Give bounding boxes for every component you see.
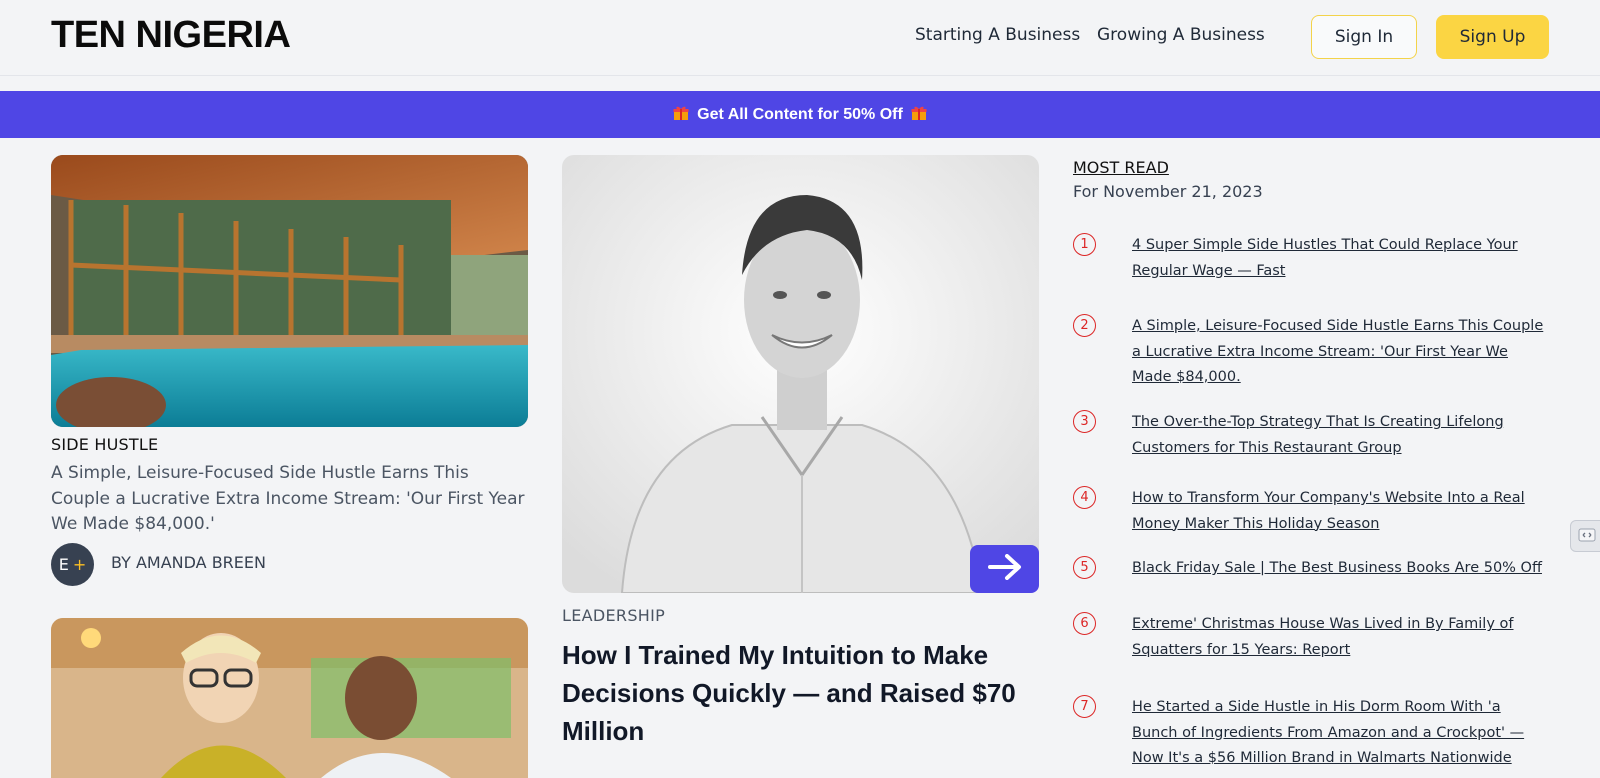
article-category[interactable]: SIDE HUSTLE xyxy=(51,435,158,454)
rank-badge: 2 xyxy=(1073,314,1096,337)
rank-badge: 6 xyxy=(1073,612,1096,635)
gift-icon xyxy=(911,105,927,125)
most-read-link[interactable]: A Simple, Leisure-Focused Side Hustle Ea… xyxy=(1132,314,1550,391)
avatar-initial: E xyxy=(58,555,69,574)
sign-in-button[interactable]: Sign In xyxy=(1311,15,1417,59)
feature-category[interactable]: LEADERSHIP xyxy=(562,606,665,625)
site-header: TEN NIGERIA Starting A Business Growing … xyxy=(0,0,1600,76)
most-read-link[interactable]: The Over-the-Top Strategy That Is Creati… xyxy=(1132,410,1550,461)
most-read-link[interactable]: He Started a Side Hustle in His Dorm Roo… xyxy=(1132,695,1550,772)
promo-banner-text: Get All Content for 50% Off xyxy=(697,105,903,123)
most-read-link[interactable]: Extreme' Christmas House Was Lived in By… xyxy=(1132,612,1550,663)
author-byline[interactable]: BY AMANDA BREEN xyxy=(111,553,266,572)
author-avatar[interactable]: E + xyxy=(51,543,94,586)
rank-badge: 1 xyxy=(1073,233,1096,256)
promo-banner[interactable]: Get All Content for 50% Off xyxy=(0,91,1600,138)
gift-icon xyxy=(673,105,689,125)
pool-room-image[interactable] xyxy=(51,155,528,427)
most-read-link[interactable]: 4 Super Simple Side Hustles That Could R… xyxy=(1132,233,1550,284)
most-read-link[interactable]: Black Friday Sale | The Best Business Bo… xyxy=(1132,556,1550,582)
rank-badge: 4 xyxy=(1073,486,1096,509)
feedback-tab[interactable] xyxy=(1570,520,1600,552)
most-read-link[interactable]: How to Transform Your Company's Website … xyxy=(1132,486,1550,537)
next-article-button[interactable] xyxy=(970,545,1039,593)
meeting-image[interactable] xyxy=(51,618,528,778)
article-excerpt[interactable]: A Simple, Leisure-Focused Side Hustle Ea… xyxy=(51,461,531,538)
feature-title[interactable]: How I Trained My Intuition to Make Decis… xyxy=(562,636,1032,750)
rank-badge: 5 xyxy=(1073,556,1096,579)
nav-growing-a-business[interactable]: Growing A Business xyxy=(1097,25,1265,45)
feature-portrait-image[interactable] xyxy=(562,155,1039,593)
feedback-icon xyxy=(1578,527,1596,546)
rank-badge: 7 xyxy=(1073,695,1096,718)
sign-up-button[interactable]: Sign Up xyxy=(1436,15,1549,59)
avatar-badge: + xyxy=(72,555,87,574)
arrow-right-icon xyxy=(987,554,1022,584)
rank-badge: 3 xyxy=(1073,410,1096,433)
most-read-heading[interactable]: MOST READ xyxy=(1073,158,1169,177)
site-logo[interactable]: TEN NIGERIA xyxy=(51,14,291,57)
nav-starting-a-business[interactable]: Starting A Business xyxy=(915,25,1080,45)
most-read-date: For November 21, 2023 xyxy=(1073,182,1263,201)
